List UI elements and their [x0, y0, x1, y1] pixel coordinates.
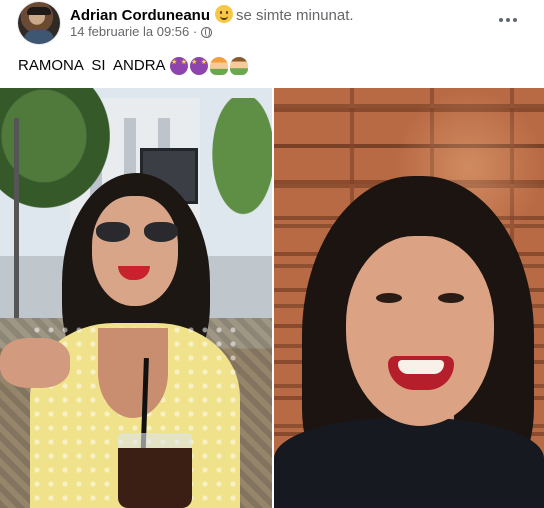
author-line: Adrian Corduneanu se simte minunat.: [70, 5, 354, 25]
more-options-icon: [499, 18, 503, 22]
photo-black-top: [274, 418, 544, 508]
photo-tree: [200, 98, 272, 238]
sunglasses-icon: [96, 222, 178, 244]
photo-face: [346, 236, 494, 426]
photo-drink-glass: [118, 433, 192, 508]
man-raising-hand-icon: [230, 57, 248, 75]
photo-neckline: [98, 328, 168, 418]
author-avatar[interactable]: [18, 2, 60, 44]
photo-eye: [376, 293, 402, 303]
smiling-face-icon: [215, 5, 234, 23]
post-timestamp[interactable]: 14 februarie la 09:56: [70, 24, 189, 39]
post-header: Adrian Corduneanu se simte minunat. 14 fe…: [0, 0, 544, 50]
post-meta: 14 februarie la 09:56 ·: [70, 23, 213, 41]
avatar-hat: [27, 7, 51, 15]
star-struck-icon: [190, 57, 208, 75]
post-text: RAMONA SI ANDRA: [18, 57, 166, 74]
woman-raising-hand-icon: [210, 57, 228, 75]
more-options-button[interactable]: [494, 8, 522, 32]
photo-right[interactable]: [274, 88, 544, 508]
globe-icon[interactable]: [201, 27, 213, 38]
more-options-icon: [506, 18, 510, 22]
feeling-text: se simte minunat.: [236, 7, 354, 24]
star-struck-icon: [170, 57, 188, 75]
photo-eye: [438, 293, 464, 303]
photo-face: [92, 196, 178, 306]
post-emojis: [170, 57, 248, 75]
photo-hand: [0, 338, 70, 388]
facebook-post: Adrian Corduneanu se simte minunat. 14 fe…: [0, 0, 544, 508]
author-name[interactable]: Adrian Corduneanu: [70, 7, 210, 24]
photo-left[interactable]: [0, 88, 272, 508]
more-options-icon: [513, 18, 517, 22]
photo-pole: [14, 118, 19, 318]
avatar-shirt: [24, 30, 54, 44]
photo-teeth: [398, 360, 444, 374]
meta-separator: ·: [192, 24, 198, 39]
